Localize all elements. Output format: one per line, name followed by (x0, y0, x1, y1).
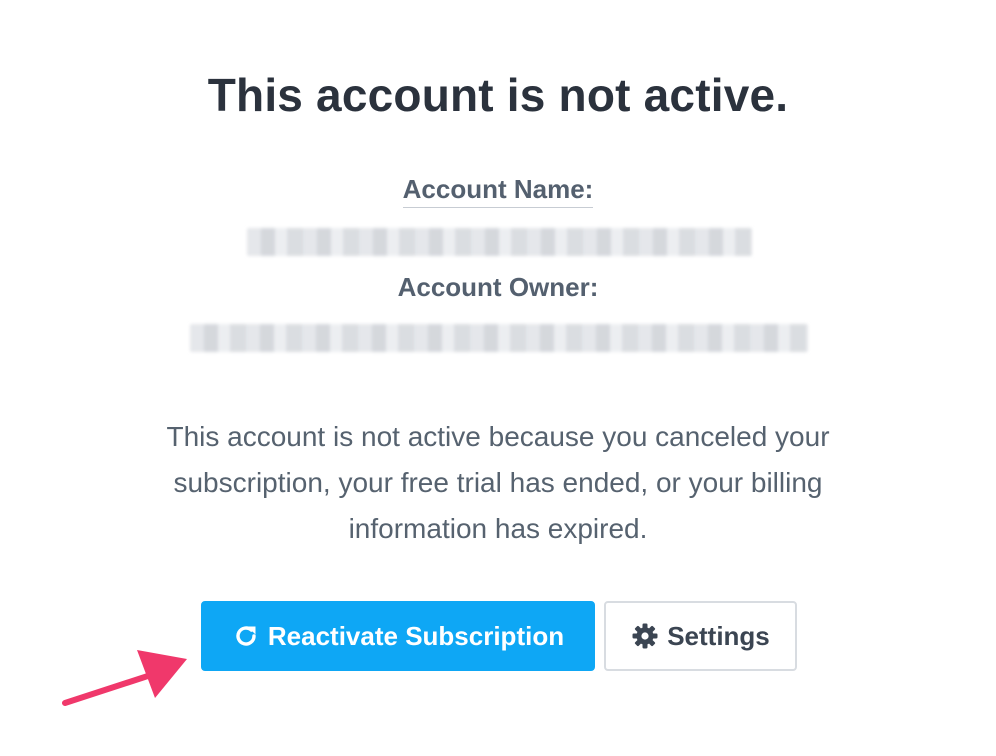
settings-button-label: Settings (667, 620, 770, 651)
arrow-annotation-icon (55, 645, 200, 720)
account-owner-redacted (190, 324, 808, 352)
refresh-icon (232, 622, 260, 650)
page-title: This account is not active. (207, 69, 789, 121)
account-name-redacted (247, 228, 752, 256)
account-name-label-row: Account Name: (0, 174, 996, 208)
account-owner-label: Account Owner: (397, 272, 599, 302)
account-owner-label-row: Account Owner: (0, 272, 996, 303)
account-name-label: Account Name: (402, 174, 594, 208)
reactivate-button-label: Reactivate Subscription (267, 620, 565, 651)
inactive-message: This account is not active because you c… (166, 421, 830, 544)
inactive-account-page: This account is not active. Account Name… (0, 0, 996, 756)
gear-icon (631, 622, 659, 650)
reactivate-subscription-button[interactable]: Reactivate Subscription (201, 601, 595, 671)
settings-button[interactable]: Settings (604, 601, 797, 671)
